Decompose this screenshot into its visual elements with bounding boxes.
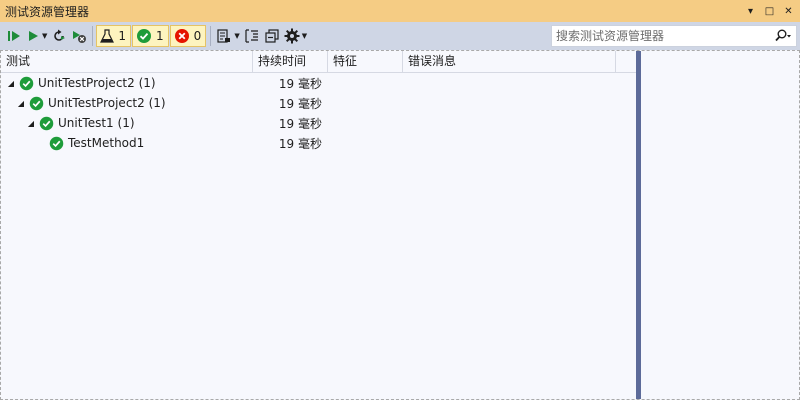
search-options-button[interactable] bbox=[770, 29, 796, 43]
column-header-test[interactable]: 测试 bbox=[1, 51, 253, 73]
run-button[interactable]: ▼ bbox=[24, 25, 49, 47]
total-tests-count: 1 bbox=[118, 29, 127, 43]
test-name-cell: TestMethod1 bbox=[1, 135, 253, 151]
passed-tests-count: 1 bbox=[156, 29, 164, 43]
search-box bbox=[551, 25, 797, 47]
run-icon bbox=[29, 31, 38, 41]
test-name: UnitTest1 (1) bbox=[58, 116, 135, 130]
cancel-run-icon bbox=[73, 31, 87, 43]
test-name-cell: ◢ UnitTestProject2 (1) bbox=[1, 95, 253, 111]
group-by-button[interactable] bbox=[242, 25, 262, 47]
passed-tests-filter[interactable]: 1 bbox=[132, 25, 169, 47]
column-header-duration[interactable]: 持续时间 bbox=[253, 51, 328, 73]
run-all-button[interactable] bbox=[4, 25, 24, 47]
settings-dropdown-caret[interactable]: ▼ bbox=[302, 32, 307, 40]
close-icon[interactable]: ✕ bbox=[779, 2, 798, 20]
search-input[interactable] bbox=[552, 29, 770, 43]
collapse-all-button[interactable] bbox=[262, 25, 282, 47]
column-header-row: 测试 持续时间 特征 错误消息 bbox=[1, 51, 636, 73]
expand-arrow-icon[interactable]: ◢ bbox=[16, 99, 26, 108]
test-duration: 19 毫秒 bbox=[278, 96, 322, 111]
test-detail-pane bbox=[641, 51, 799, 399]
hierarchy-icon bbox=[245, 29, 258, 43]
passed-icon bbox=[137, 29, 152, 43]
settings-button[interactable]: ▼ bbox=[282, 25, 309, 47]
failed-tests-count: 0 bbox=[193, 29, 202, 43]
table-row[interactable]: TestMethod1 19 毫秒 bbox=[1, 133, 636, 153]
repeat-last-run-button[interactable] bbox=[49, 25, 69, 47]
expand-arrow-icon[interactable]: ◢ bbox=[26, 119, 36, 128]
expand-arrow-icon[interactable]: ◢ bbox=[6, 79, 16, 88]
cancel-run-button[interactable] bbox=[69, 25, 89, 47]
passed-icon bbox=[38, 115, 54, 131]
test-duration: 19 毫秒 bbox=[278, 136, 322, 151]
window-title: 测试资源管理器 bbox=[5, 4, 90, 19]
window-options-dropdown-icon[interactable]: ▾ bbox=[741, 2, 760, 20]
passed-icon bbox=[28, 95, 44, 111]
test-list-grid: 测试 持续时间 特征 错误消息 ◢ UnitTestProject2 (1) 1… bbox=[1, 51, 636, 399]
test-name-cell: ◢ UnitTest1 (1) bbox=[1, 115, 253, 131]
maximize-icon[interactable]: □ bbox=[760, 2, 779, 20]
toolbar: ▼ 1 1 0 ▼ ▼ 搜索测试资源管理器 bbox=[0, 22, 800, 50]
column-header-filler bbox=[616, 51, 636, 73]
test-explorer-content: 测试 持续时间 特征 错误消息 ◢ UnitTestProject2 (1) 1… bbox=[0, 50, 800, 400]
table-row[interactable]: ◢ UnitTest1 (1) 19 毫秒 bbox=[1, 113, 636, 133]
test-duration: 19 毫秒 bbox=[278, 76, 322, 91]
run-all-icon bbox=[8, 31, 20, 41]
flask-icon bbox=[100, 29, 115, 43]
gear-icon bbox=[284, 28, 300, 44]
column-header-error-message[interactable]: 错误消息 bbox=[403, 51, 616, 73]
test-tree: ◢ UnitTestProject2 (1) 19 毫秒 ◢ UnitTestP… bbox=[1, 73, 636, 153]
failed-tests-filter[interactable]: 0 bbox=[169, 25, 207, 47]
search-icon bbox=[775, 29, 791, 42]
table-row[interactable]: ◢ UnitTestProject2 (1) 19 毫秒 bbox=[1, 93, 636, 113]
collapse-all-icon bbox=[265, 29, 279, 43]
test-name: UnitTestProject2 (1) bbox=[48, 96, 166, 110]
test-name: UnitTestProject2 (1) bbox=[38, 76, 156, 90]
total-tests-filter[interactable]: 1 bbox=[96, 25, 132, 47]
test-name-cell: ◢ UnitTestProject2 (1) bbox=[1, 75, 253, 91]
toolbar-separator bbox=[92, 26, 94, 46]
playlist-icon bbox=[217, 29, 231, 43]
passed-icon bbox=[18, 75, 34, 91]
refresh-icon bbox=[54, 29, 66, 41]
test-name: TestMethod1 bbox=[68, 136, 145, 150]
run-dropdown-caret[interactable]: ▼ bbox=[42, 32, 47, 40]
window-buttons: ▾ □ ✕ bbox=[741, 2, 800, 20]
passed-icon bbox=[48, 135, 64, 151]
playlist-dropdown-caret[interactable]: ▼ bbox=[234, 32, 239, 40]
playlist-button[interactable]: ▼ bbox=[214, 25, 241, 47]
toolbar-separator bbox=[210, 26, 212, 46]
column-header-traits[interactable]: 特征 bbox=[328, 51, 403, 73]
test-duration: 19 毫秒 bbox=[278, 116, 322, 131]
failed-icon bbox=[174, 29, 189, 43]
tool-window-titlebar: 测试资源管理器 ▾ □ ✕ bbox=[0, 0, 800, 22]
table-row[interactable]: ◢ UnitTestProject2 (1) 19 毫秒 bbox=[1, 73, 636, 93]
